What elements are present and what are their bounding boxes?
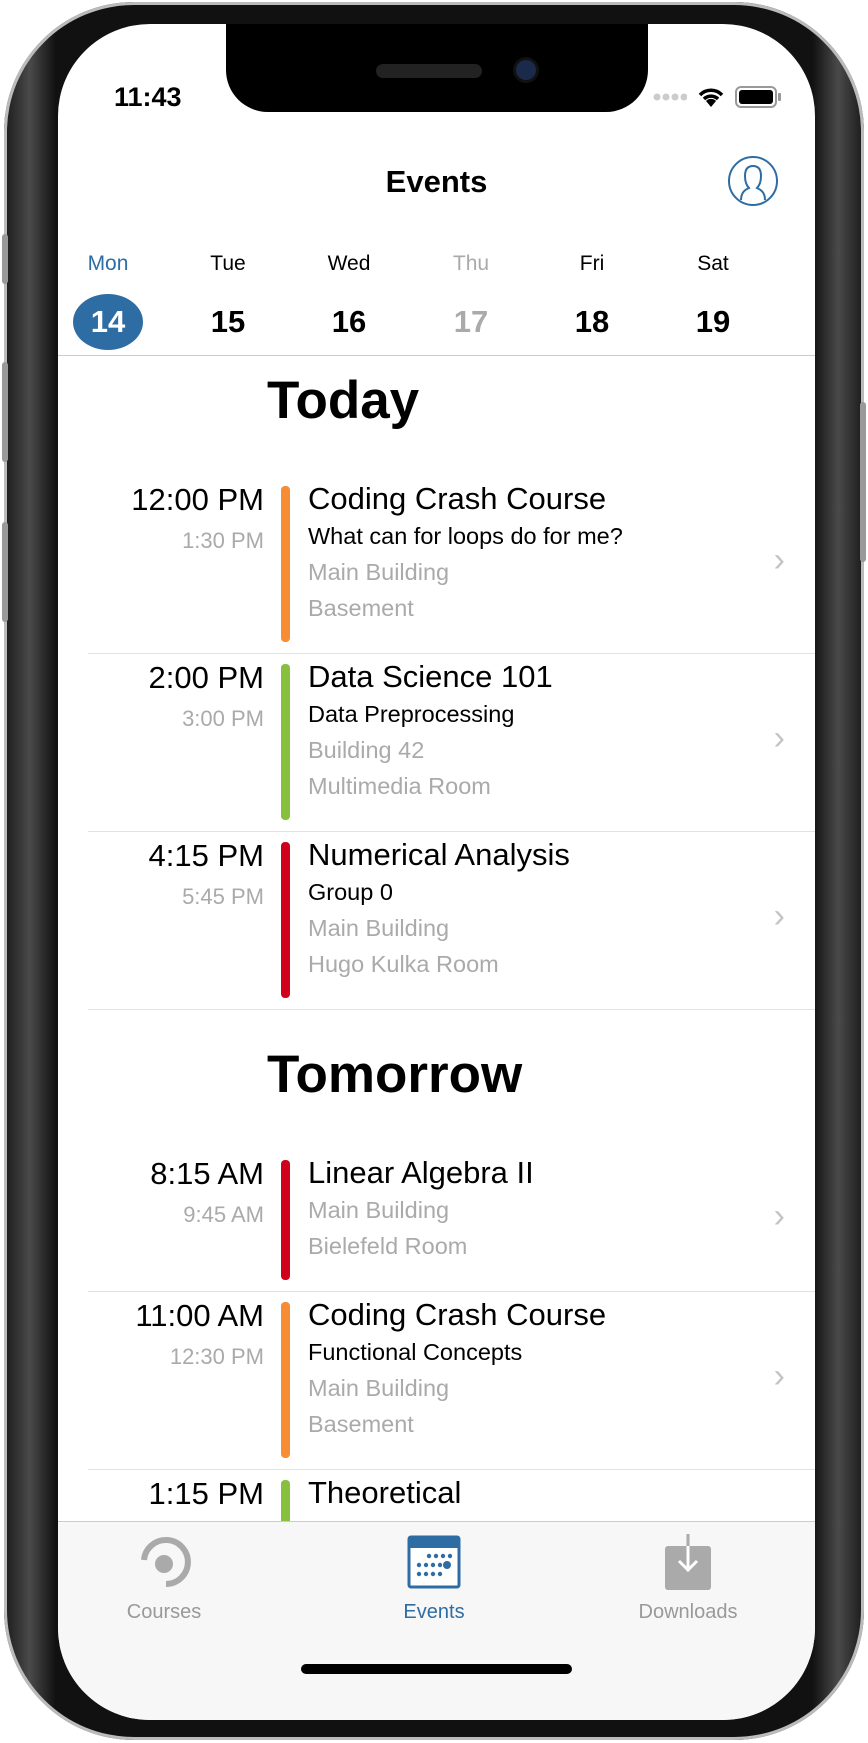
day-number: 16 [331, 304, 367, 339]
side-button [860, 402, 866, 562]
tab-events[interactable]: Events [334, 1534, 534, 1624]
battery-icon [735, 86, 781, 108]
event-title: Theoretical [308, 1475, 462, 1510]
day-tue[interactable]: Tue 15 [178, 252, 278, 350]
page-title: Events [385, 164, 488, 199]
event-title: Data Science 101 [308, 659, 553, 694]
day-name: Fri [579, 252, 605, 275]
tab-label: Courses [126, 1601, 202, 1623]
event-subtitle: Data Preprocessing [308, 701, 515, 727]
mute-switch [2, 234, 8, 284]
event-start-time: 11:00 AM [135, 1298, 264, 1333]
signal-icon [653, 93, 687, 101]
tab-downloads[interactable]: Downloads [588, 1534, 788, 1624]
event-row[interactable]: 2:00 PM 3:00 PM Data Science 101 Data Pre… [88, 654, 815, 832]
event-subtitle: What can for loops do for me? [308, 523, 623, 549]
event-end-time: 9:45 AM [183, 1202, 264, 1227]
event-color-bar [281, 664, 290, 820]
event-location: Main Building [308, 915, 450, 941]
day-wed[interactable]: Wed 16 [299, 252, 399, 350]
event-end-time: 3:00 PM [182, 706, 264, 731]
event-start-time: 8:15 AM [150, 1156, 264, 1191]
chevron-right-icon: › [773, 897, 785, 935]
courses-icon [141, 1537, 191, 1587]
tab-label: Events [403, 1601, 465, 1623]
calendar-icon [407, 1535, 461, 1589]
event-location: Building 42 [308, 737, 425, 763]
day-name: Wed [327, 252, 371, 275]
event-start-time: 4:15 PM [148, 838, 264, 873]
volume-up-button [2, 362, 8, 462]
wifi-icon [698, 88, 724, 107]
event-room: Bielefeld Room [308, 1233, 468, 1259]
home-indicator[interactable] [301, 1664, 572, 1674]
download-icon [665, 1534, 711, 1590]
event-title: Numerical Analysis [308, 837, 570, 872]
speaker [376, 64, 482, 78]
volume-down-button [2, 522, 8, 622]
day-number: 19 [695, 304, 731, 339]
tab-bar: Courses Events Downloads [58, 1521, 815, 1720]
day-name: Tue [210, 252, 246, 275]
event-subtitle: Functional Concepts [308, 1339, 523, 1365]
event-room: Basement [308, 595, 414, 621]
event-start-time: 2:00 PM [148, 660, 264, 695]
day-name: Thu [452, 252, 490, 275]
screen: 11:43 Events Mon 14 Tue 15 Wed 16 Thu 17 Fri 18 Sa… [58, 24, 815, 1720]
status-icons [653, 86, 781, 108]
event-end-time: 12:30 PM [169, 1344, 264, 1369]
day-number: 15 [210, 304, 246, 339]
event-end-time: 5:45 PM [182, 884, 264, 909]
event-title: Coding Crash Course [308, 481, 607, 516]
event-color-bar [281, 486, 290, 642]
event-subtitle: Group 0 [308, 879, 393, 905]
event-start-time: 1:15 PM [148, 1476, 264, 1511]
day-mon[interactable]: Mon 14 [58, 252, 158, 350]
event-color-bar [281, 842, 290, 998]
event-location: Main Building [308, 1375, 450, 1401]
event-title: Coding Crash Course [308, 1297, 607, 1332]
status-time: 11:43 [114, 82, 182, 112]
day-sat[interactable]: Sat 19 [663, 252, 763, 350]
day-number: 17 [453, 304, 489, 339]
event-row[interactable]: 8:15 AM 9:45 AM Linear Algebra II Main Bu… [88, 1150, 815, 1292]
chevron-right-icon: › [773, 541, 785, 579]
tab-label: Downloads [638, 1601, 738, 1623]
event-color-bar [281, 1160, 290, 1280]
event-color-bar [281, 1302, 290, 1458]
week-strip: Mon 14 Tue 15 Wed 16 Thu 17 Fri 18 Sat 19 [58, 252, 815, 352]
event-location: Main Building [308, 559, 450, 585]
events-list[interactable]: Today 12:00 PM 1:30 PM Coding Crash Cours… [58, 356, 815, 1544]
section-header: Tomorrow [267, 1045, 523, 1104]
event-row[interactable]: 11:00 AM 12:30 PM Coding Crash Course Fun… [88, 1292, 815, 1470]
event-room: Basement [308, 1411, 414, 1437]
chevron-right-icon: › [773, 1197, 785, 1235]
person-circle-icon[interactable] [727, 155, 779, 207]
day-number: 14 [73, 294, 143, 350]
event-start-time: 12:00 PM [131, 482, 264, 517]
notch [226, 24, 648, 112]
section-header: Today [267, 371, 420, 430]
camera [516, 60, 536, 80]
chevron-right-icon: › [773, 1357, 785, 1395]
event-location: Main Building [308, 1197, 450, 1223]
event-row[interactable]: 4:15 PM 5:45 PM Numerical Analysis Group … [88, 832, 815, 1010]
event-row[interactable]: 12:00 PM 1:30 PM Coding Crash Course What… [88, 476, 815, 654]
day-fri[interactable]: Fri 18 [542, 252, 642, 350]
event-room: Hugo Kulka Room [308, 951, 499, 977]
day-name: Sat [697, 252, 729, 275]
chevron-right-icon: › [773, 719, 785, 757]
tab-courses[interactable]: Courses [64, 1534, 264, 1624]
day-thu: Thu 17 [421, 252, 521, 350]
event-room: Multimedia Room [308, 773, 491, 799]
event-title: Linear Algebra II [308, 1155, 534, 1190]
day-name: Mon [87, 252, 129, 275]
row-divider [88, 1009, 815, 1010]
day-number: 18 [574, 304, 610, 339]
event-end-time: 1:30 PM [182, 528, 264, 553]
